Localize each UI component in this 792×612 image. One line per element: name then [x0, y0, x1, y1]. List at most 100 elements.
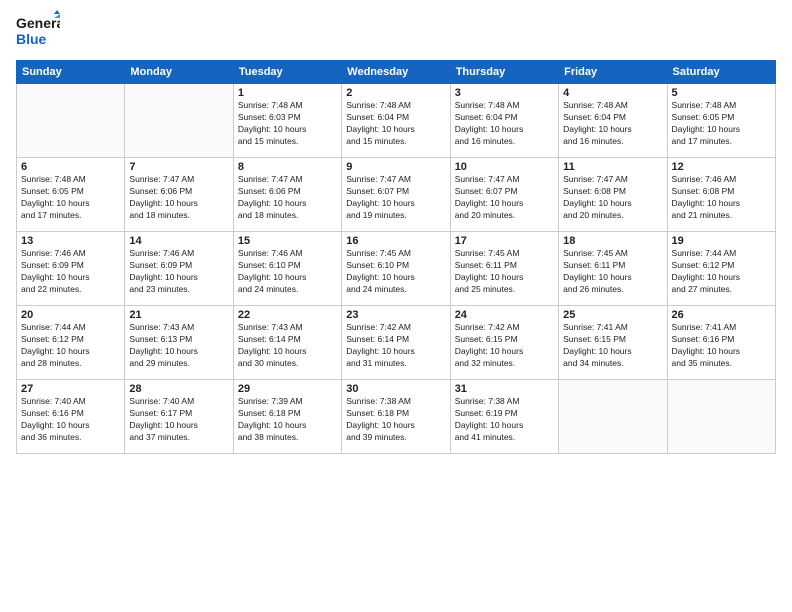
day-number: 2 — [346, 87, 445, 99]
day-info: Sunrise: 7:40 AM Sunset: 6:16 PM Dayligh… — [21, 396, 120, 444]
day-info: Sunrise: 7:40 AM Sunset: 6:17 PM Dayligh… — [129, 396, 228, 444]
calendar-cell: 22Sunrise: 7:43 AM Sunset: 6:14 PM Dayli… — [233, 306, 341, 380]
col-header-sunday: Sunday — [17, 61, 125, 84]
calendar-cell: 21Sunrise: 7:43 AM Sunset: 6:13 PM Dayli… — [125, 306, 233, 380]
day-number: 5 — [672, 87, 771, 99]
calendar-row-2: 6Sunrise: 7:48 AM Sunset: 6:05 PM Daylig… — [17, 158, 776, 232]
calendar-cell: 4Sunrise: 7:48 AM Sunset: 6:04 PM Daylig… — [559, 84, 667, 158]
calendar-cell: 2Sunrise: 7:48 AM Sunset: 6:04 PM Daylig… — [342, 84, 450, 158]
calendar-cell: 25Sunrise: 7:41 AM Sunset: 6:15 PM Dayli… — [559, 306, 667, 380]
day-number: 11 — [563, 161, 662, 173]
day-number: 27 — [21, 383, 120, 395]
day-number: 15 — [238, 235, 337, 247]
calendar-cell: 5Sunrise: 7:48 AM Sunset: 6:05 PM Daylig… — [667, 84, 775, 158]
calendar-header-row: SundayMondayTuesdayWednesdayThursdayFrid… — [17, 61, 776, 84]
calendar-cell: 27Sunrise: 7:40 AM Sunset: 6:16 PM Dayli… — [17, 380, 125, 454]
calendar-cell: 19Sunrise: 7:44 AM Sunset: 6:12 PM Dayli… — [667, 232, 775, 306]
day-number: 17 — [455, 235, 554, 247]
day-info: Sunrise: 7:48 AM Sunset: 6:05 PM Dayligh… — [21, 174, 120, 222]
day-info: Sunrise: 7:48 AM Sunset: 6:05 PM Dayligh… — [672, 100, 771, 148]
calendar-cell: 15Sunrise: 7:46 AM Sunset: 6:10 PM Dayli… — [233, 232, 341, 306]
day-info: Sunrise: 7:45 AM Sunset: 6:10 PM Dayligh… — [346, 248, 445, 296]
col-header-saturday: Saturday — [667, 61, 775, 84]
calendar-cell: 17Sunrise: 7:45 AM Sunset: 6:11 PM Dayli… — [450, 232, 558, 306]
logo: General Blue — [16, 10, 60, 54]
calendar-cell: 31Sunrise: 7:38 AM Sunset: 6:19 PM Dayli… — [450, 380, 558, 454]
calendar-cell: 7Sunrise: 7:47 AM Sunset: 6:06 PM Daylig… — [125, 158, 233, 232]
day-number: 28 — [129, 383, 228, 395]
calendar-cell: 30Sunrise: 7:38 AM Sunset: 6:18 PM Dayli… — [342, 380, 450, 454]
calendar-cell: 3Sunrise: 7:48 AM Sunset: 6:04 PM Daylig… — [450, 84, 558, 158]
col-header-thursday: Thursday — [450, 61, 558, 84]
calendar-row-5: 27Sunrise: 7:40 AM Sunset: 6:16 PM Dayli… — [17, 380, 776, 454]
day-info: Sunrise: 7:48 AM Sunset: 6:04 PM Dayligh… — [455, 100, 554, 148]
col-header-tuesday: Tuesday — [233, 61, 341, 84]
day-number: 10 — [455, 161, 554, 173]
day-number: 30 — [346, 383, 445, 395]
day-number: 31 — [455, 383, 554, 395]
day-info: Sunrise: 7:48 AM Sunset: 6:04 PM Dayligh… — [563, 100, 662, 148]
calendar-cell: 13Sunrise: 7:46 AM Sunset: 6:09 PM Dayli… — [17, 232, 125, 306]
calendar-cell: 24Sunrise: 7:42 AM Sunset: 6:15 PM Dayli… — [450, 306, 558, 380]
calendar-cell — [17, 84, 125, 158]
day-number: 18 — [563, 235, 662, 247]
day-number: 4 — [563, 87, 662, 99]
calendar-cell: 6Sunrise: 7:48 AM Sunset: 6:05 PM Daylig… — [17, 158, 125, 232]
day-info: Sunrise: 7:45 AM Sunset: 6:11 PM Dayligh… — [563, 248, 662, 296]
calendar-cell: 20Sunrise: 7:44 AM Sunset: 6:12 PM Dayli… — [17, 306, 125, 380]
logo-svg: General Blue — [16, 10, 60, 54]
calendar-cell: 26Sunrise: 7:41 AM Sunset: 6:16 PM Dayli… — [667, 306, 775, 380]
day-number: 7 — [129, 161, 228, 173]
calendar-cell: 23Sunrise: 7:42 AM Sunset: 6:14 PM Dayli… — [342, 306, 450, 380]
calendar-cell: 16Sunrise: 7:45 AM Sunset: 6:10 PM Dayli… — [342, 232, 450, 306]
calendar-cell: 29Sunrise: 7:39 AM Sunset: 6:18 PM Dayli… — [233, 380, 341, 454]
day-number: 23 — [346, 309, 445, 321]
day-number: 21 — [129, 309, 228, 321]
calendar-cell: 14Sunrise: 7:46 AM Sunset: 6:09 PM Dayli… — [125, 232, 233, 306]
day-number: 12 — [672, 161, 771, 173]
day-info: Sunrise: 7:46 AM Sunset: 6:10 PM Dayligh… — [238, 248, 337, 296]
day-info: Sunrise: 7:47 AM Sunset: 6:07 PM Dayligh… — [455, 174, 554, 222]
day-info: Sunrise: 7:41 AM Sunset: 6:15 PM Dayligh… — [563, 322, 662, 370]
day-info: Sunrise: 7:48 AM Sunset: 6:03 PM Dayligh… — [238, 100, 337, 148]
calendar-row-4: 20Sunrise: 7:44 AM Sunset: 6:12 PM Dayli… — [17, 306, 776, 380]
day-number: 1 — [238, 87, 337, 99]
calendar-cell: 1Sunrise: 7:48 AM Sunset: 6:03 PM Daylig… — [233, 84, 341, 158]
calendar-cell: 8Sunrise: 7:47 AM Sunset: 6:06 PM Daylig… — [233, 158, 341, 232]
calendar-cell: 10Sunrise: 7:47 AM Sunset: 6:07 PM Dayli… — [450, 158, 558, 232]
day-info: Sunrise: 7:41 AM Sunset: 6:16 PM Dayligh… — [672, 322, 771, 370]
calendar-cell: 18Sunrise: 7:45 AM Sunset: 6:11 PM Dayli… — [559, 232, 667, 306]
col-header-monday: Monday — [125, 61, 233, 84]
calendar-cell: 11Sunrise: 7:47 AM Sunset: 6:08 PM Dayli… — [559, 158, 667, 232]
calendar-cell — [667, 380, 775, 454]
calendar-table: SundayMondayTuesdayWednesdayThursdayFrid… — [16, 60, 776, 454]
day-info: Sunrise: 7:43 AM Sunset: 6:14 PM Dayligh… — [238, 322, 337, 370]
day-number: 13 — [21, 235, 120, 247]
calendar-row-1: 1Sunrise: 7:48 AM Sunset: 6:03 PM Daylig… — [17, 84, 776, 158]
day-number: 3 — [455, 87, 554, 99]
day-info: Sunrise: 7:44 AM Sunset: 6:12 PM Dayligh… — [672, 248, 771, 296]
day-info: Sunrise: 7:38 AM Sunset: 6:18 PM Dayligh… — [346, 396, 445, 444]
col-header-friday: Friday — [559, 61, 667, 84]
calendar-cell — [125, 84, 233, 158]
day-number: 26 — [672, 309, 771, 321]
day-info: Sunrise: 7:47 AM Sunset: 6:06 PM Dayligh… — [129, 174, 228, 222]
day-number: 16 — [346, 235, 445, 247]
day-info: Sunrise: 7:42 AM Sunset: 6:14 PM Dayligh… — [346, 322, 445, 370]
calendar-page: General Blue SundayMondayTuesdayWednesda… — [0, 0, 792, 612]
day-info: Sunrise: 7:39 AM Sunset: 6:18 PM Dayligh… — [238, 396, 337, 444]
day-info: Sunrise: 7:43 AM Sunset: 6:13 PM Dayligh… — [129, 322, 228, 370]
day-number: 19 — [672, 235, 771, 247]
day-number: 29 — [238, 383, 337, 395]
day-info: Sunrise: 7:48 AM Sunset: 6:04 PM Dayligh… — [346, 100, 445, 148]
day-number: 14 — [129, 235, 228, 247]
day-number: 6 — [21, 161, 120, 173]
day-number: 8 — [238, 161, 337, 173]
day-info: Sunrise: 7:47 AM Sunset: 6:06 PM Dayligh… — [238, 174, 337, 222]
calendar-cell — [559, 380, 667, 454]
day-info: Sunrise: 7:42 AM Sunset: 6:15 PM Dayligh… — [455, 322, 554, 370]
day-info: Sunrise: 7:46 AM Sunset: 6:08 PM Dayligh… — [672, 174, 771, 222]
svg-text:Blue: Blue — [16, 31, 47, 47]
day-info: Sunrise: 7:45 AM Sunset: 6:11 PM Dayligh… — [455, 248, 554, 296]
col-header-wednesday: Wednesday — [342, 61, 450, 84]
